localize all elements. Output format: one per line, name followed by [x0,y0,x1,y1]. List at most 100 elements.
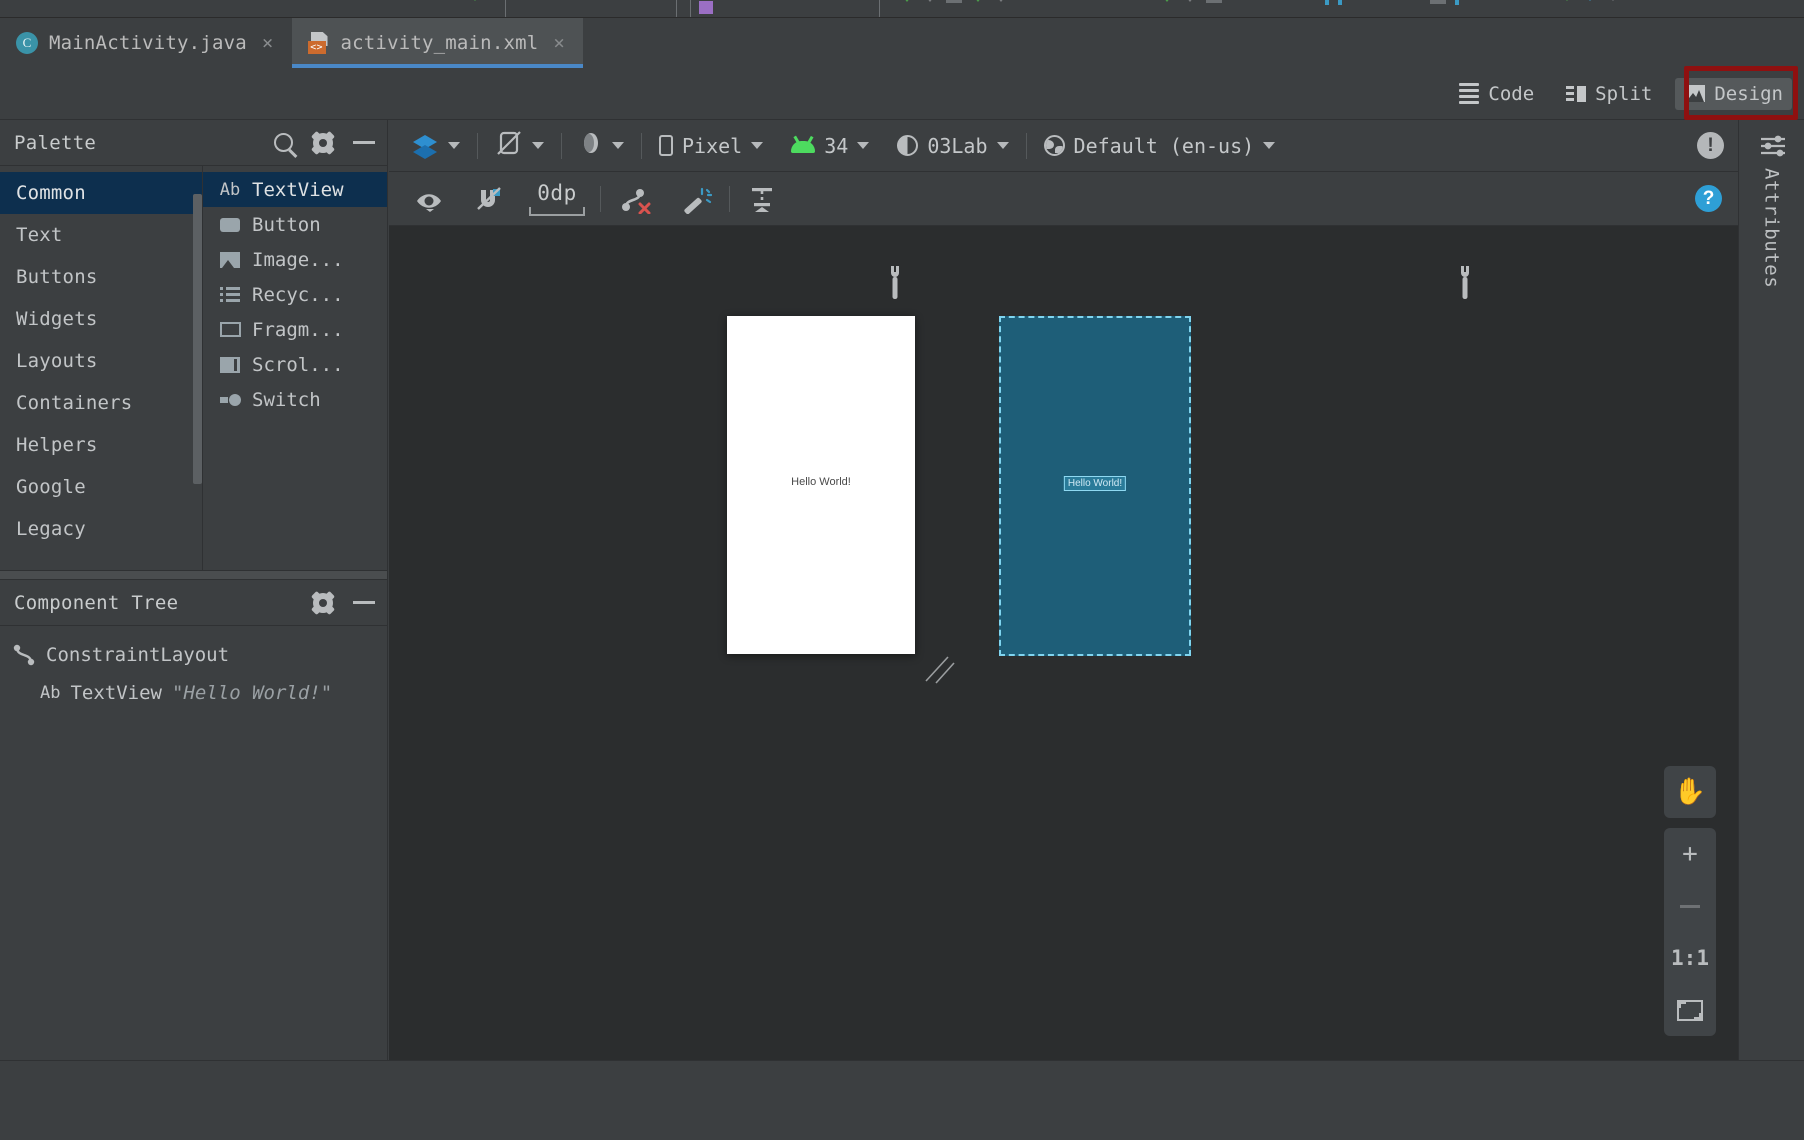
minimize-icon[interactable] [353,141,375,144]
notifications-icon[interactable] [1455,0,1459,5]
sdk-icon[interactable] [1206,0,1222,3]
palette-category-widgets[interactable]: Widgets [0,298,202,340]
tab-close-icon[interactable]: × [262,32,274,54]
editor-tab-mainactivity-java[interactable]: C MainActivity.java × [0,18,292,68]
palette-category-google[interactable]: Google [0,466,202,508]
palette-category-legacy[interactable]: Legacy [0,508,202,550]
run-config-selector[interactable] [505,0,677,17]
palette-item-recyclerview[interactable]: Recyc... [203,277,387,312]
layout-inspector-icon[interactable] [1325,0,1329,5]
palette-category-layouts[interactable]: Layouts [0,340,202,382]
design-canvas[interactable]: Hello World! Hello World! ✋ + 1:1 [389,226,1738,1060]
palette-item-textview[interactable]: Ab TextView [203,172,387,207]
blueprint-textview-node[interactable]: Hello World! [1063,476,1127,491]
layers-button[interactable] [397,127,474,165]
editor-mode-design[interactable]: Design [1675,77,1792,110]
sync-icon[interactable] [1160,0,1174,2]
design-preview-surface[interactable]: Hello World! [727,316,915,654]
editor-tab-label: activity_main.xml [340,32,539,54]
search-everywhere-icon[interactable] [1430,0,1446,4]
editor-mode-code[interactable]: Code [1450,78,1543,110]
palette-item-scrollview[interactable]: Scrol... [203,347,387,382]
zoom-in-button[interactable]: + [1664,828,1716,880]
gear-icon[interactable] [313,592,333,613]
chevron-down-icon[interactable] [857,142,870,149]
blueprint-preview-surface[interactable]: Hello World! [999,316,1191,656]
design-editor-area: Pixel 34 03Lab Default (en-us) ! 0dp ? H… [389,120,1738,1060]
minimize-icon[interactable] [353,601,375,604]
git-icon[interactable] [1583,0,1597,1]
view-options-button[interactable] [399,179,459,219]
chevron-down-icon[interactable] [612,142,624,149]
build-icon[interactable] [1560,0,1574,1]
palette-item-label: Fragm... [252,318,344,341]
chevron-down-icon[interactable] [996,142,1009,149]
palette-category-text[interactable]: Text [0,214,202,256]
attributes-tool-rail[interactable]: Attributes [1738,120,1804,1060]
palette-category-buttons[interactable]: Buttons [0,256,202,298]
tab-close-icon[interactable]: × [553,32,565,54]
default-margin-control[interactable]: 0dp [517,181,597,216]
palette-category-scrollbar[interactable] [193,194,202,484]
tree-node-textview[interactable]: Ab TextView "Hello World!" [0,674,387,712]
run-icon[interactable] [900,0,914,2]
split-view-icon [1566,85,1587,102]
search-icon[interactable] [274,133,293,152]
fragment-icon [219,322,241,337]
palette-category-common[interactable]: Common [0,172,202,214]
palette-body: Common Text Buttons Widgets Layouts Cont… [0,166,387,570]
editor-mode-split[interactable]: Split [1557,78,1661,110]
stop-icon[interactable] [946,0,962,3]
chevron-down-icon[interactable] [532,142,544,149]
api-level-selector[interactable]: 34 [777,127,883,165]
debug-icon[interactable] [923,0,937,2]
settings-icon[interactable] [1606,0,1620,1]
rotate-orientation-icon [495,130,523,161]
palette-item-fragment[interactable]: Fragm... [203,312,387,347]
tree-node-constraintlayout[interactable]: ConstraintLayout [0,636,387,674]
autoconnect-toggle[interactable] [459,179,517,219]
zoom-button-group: + 1:1 [1664,828,1716,1036]
left-tool-panel: Palette Common Text Buttons Widgets Layo… [0,120,388,1060]
locale-selector[interactable]: Default (en-us) [1030,127,1290,165]
palette-category-containers[interactable]: Containers [0,382,202,424]
infer-constraints-button[interactable] [666,179,726,219]
align-button[interactable] [733,179,789,219]
ui-mode-button[interactable] [565,127,638,165]
editor-mode-label: Code [1488,82,1535,105]
theme-selector[interactable]: 03Lab [883,127,1022,165]
orientation-button[interactable] [481,127,558,165]
panel-splitter[interactable] [0,570,387,580]
chevron-down-icon[interactable] [448,142,460,149]
chevron-down-icon[interactable] [1263,142,1276,149]
component-tree-header: Component Tree [0,580,387,626]
palette-item-imageview[interactable]: Image... [203,242,387,277]
help-button[interactable]: ? [1679,179,1738,219]
device-selector[interactable]: Pixel [645,127,777,165]
avd-icon[interactable] [1183,0,1197,2]
resize-handle-icon[interactable] [924,651,958,689]
tree-node-label: ConstraintLayout [46,644,230,666]
zoom-out-button[interactable] [1664,880,1716,932]
editor-tab-activity-main-xml[interactable]: <> activity_main.xml × [291,18,584,68]
palette-item-button[interactable]: Button [203,207,387,242]
issue-notification-button[interactable]: ! [1683,127,1738,165]
profile-icon[interactable] [971,0,985,2]
preview-hello-world-text: Hello World! [791,476,851,488]
chevron-down-icon[interactable] [751,142,764,149]
pan-tool-button[interactable]: ✋ [1664,766,1716,818]
editor-mode-label: Split [1595,82,1653,105]
render-settings-wrench-icon[interactable] [884,266,906,300]
palette-item-switch[interactable]: Switch [203,382,387,417]
logcat-icon[interactable] [1338,0,1342,5]
run-button-caret-icon[interactable] [468,0,482,1]
palette-category-helpers[interactable]: Helpers [0,424,202,466]
android-api-icon [791,135,816,153]
actual-size-button[interactable]: 1:1 [1664,932,1716,984]
zoom-to-fit-button[interactable] [1664,984,1716,1036]
design-view-icon [1684,85,1706,102]
render-settings-wrench-icon[interactable] [1454,266,1476,300]
clear-constraints-button[interactable] [604,179,666,219]
attach-icon[interactable] [994,0,1008,2]
gear-icon[interactable] [313,132,333,153]
